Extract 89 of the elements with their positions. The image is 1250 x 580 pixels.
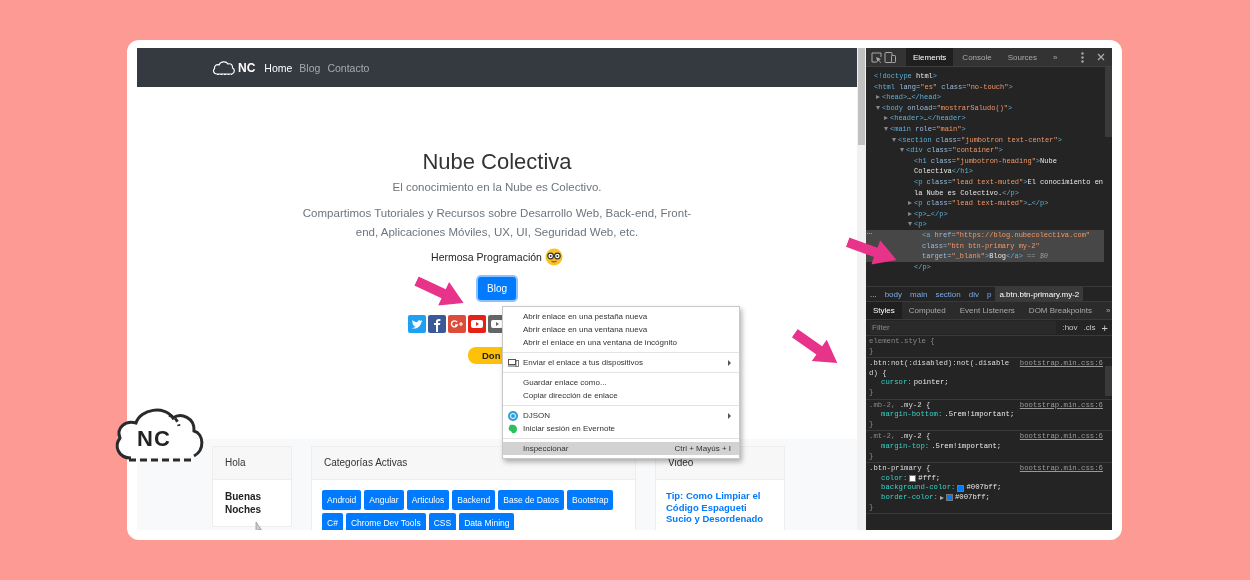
category-tag[interactable]: Data Mining xyxy=(459,513,515,530)
nav-link[interactable]: Blog xyxy=(299,61,321,74)
category-tag[interactable]: Chrome Dev Tools xyxy=(345,513,426,530)
styles-tab[interactable]: Computed xyxy=(901,302,953,319)
devtools-tab[interactable]: Elements xyxy=(906,48,954,66)
more-tabs-button[interactable]: » xyxy=(1046,48,1065,66)
menu-item[interactable]: Inspeccionar Ctrl + Mayús + I xyxy=(503,442,739,455)
category-tag[interactable]: Android xyxy=(322,490,362,510)
menu-icon[interactable] xyxy=(1081,51,1084,63)
category-tag[interactable]: Articulos xyxy=(406,490,450,510)
menu-item[interactable]: Abrir enlace en una ventana nueva xyxy=(503,323,739,336)
scrollbar-thumb[interactable] xyxy=(1105,67,1112,137)
class-toggle[interactable]: .cls xyxy=(1083,323,1096,332)
category-tag[interactable]: C# xyxy=(322,513,343,530)
breadcrumb-item[interactable]: section xyxy=(931,287,965,301)
breadcrumb-item[interactable]: main xyxy=(906,287,932,301)
breadcrumb-item[interactable]: p xyxy=(982,287,996,301)
greeting-text: Hermosa Programación xyxy=(431,251,542,263)
disclosure-triangle-icon[interactable] xyxy=(892,137,896,142)
breadcrumb-item[interactable]: a.btn.btn-primary.my-2 xyxy=(995,287,1084,301)
extension-icon xyxy=(508,410,518,421)
category-tag[interactable]: Angular xyxy=(364,490,404,510)
scrollbar-thumb[interactable] xyxy=(1105,366,1112,396)
disclosure-triangle-icon[interactable] xyxy=(908,201,912,206)
cloud-logo-icon xyxy=(212,59,236,76)
card-header: Hola xyxy=(213,447,291,480)
color-swatch[interactable] xyxy=(945,494,953,502)
styles-tab[interactable]: Event Listeners xyxy=(952,302,1022,319)
menu-item-label: Abrir el enlace en una ventana de incógnito xyxy=(523,338,678,347)
menu-item[interactable]: Iniciar sesión en Evernote xyxy=(503,422,739,435)
google-plus-icon[interactable] xyxy=(448,315,466,333)
menu-item-label: Enviar el enlace a tus dispositivos xyxy=(523,358,645,367)
ellipsis-icon[interactable] xyxy=(867,231,872,235)
menu-item[interactable]: Abrir el enlace en una ventana de incógnito xyxy=(503,336,739,349)
page-heading: Nube Colectiva xyxy=(422,148,572,176)
disclosure-triangle-icon[interactable] xyxy=(884,126,888,131)
menu-item[interactable]: Guardar enlace como... xyxy=(503,376,739,389)
youtube-icon[interactable] xyxy=(468,315,486,333)
facebook-icon[interactable] xyxy=(428,315,446,333)
styles-tab[interactable]: DOM Breakpoints xyxy=(1021,302,1099,319)
shortcut-text: Ctrl + Mayús + I xyxy=(674,444,731,453)
disclosure-triangle-icon[interactable] xyxy=(908,222,912,227)
greeting-message: Buenas Noches xyxy=(224,490,263,516)
breadcrumb-item[interactable]: body xyxy=(880,287,907,301)
disclosure-triangle-icon[interactable] xyxy=(884,116,888,121)
hover-state-toggle[interactable]: :hov xyxy=(1062,323,1078,332)
menu-item-label: DJSON xyxy=(523,411,552,420)
video-link[interactable]: Tip: Como Limpiar el Código Espagueti Sucio y Desordenado xyxy=(666,490,774,525)
nav-link[interactable]: Contacto xyxy=(327,61,370,74)
devices-icon xyxy=(508,358,519,367)
inspect-icon[interactable] xyxy=(871,51,882,63)
logo-text: NC xyxy=(137,426,171,452)
twitter-icon[interactable] xyxy=(408,315,426,333)
menu-item-label: Iniciar sesión en Evernote xyxy=(523,424,617,433)
disclosure-triangle-icon[interactable] xyxy=(908,211,912,216)
styles-tab[interactable]: Styles xyxy=(866,302,902,319)
menu-item[interactable]: Abrir enlace en una pestaña nueva xyxy=(503,310,739,323)
breadcrumb-item[interactable]: ... xyxy=(866,287,881,301)
menu-item-label: Abrir enlace en una pestaña nueva xyxy=(523,312,649,321)
disclosure-triangle-icon[interactable] xyxy=(876,105,880,110)
devtools-tab[interactable]: Console xyxy=(955,48,999,66)
category-tag[interactable]: CSS xyxy=(428,513,457,530)
glasses-face-icon xyxy=(544,248,563,266)
more-tabs-button[interactable]: » xyxy=(1099,302,1112,319)
disclosure-triangle-icon[interactable] xyxy=(900,148,904,153)
color-swatch[interactable] xyxy=(909,475,917,482)
menu-item-label: Abrir enlace en una ventana nueva xyxy=(523,325,649,334)
menu-item[interactable]: DJSON xyxy=(503,409,739,422)
color-swatch[interactable] xyxy=(957,484,965,492)
scrollbar-thumb[interactable] xyxy=(858,48,865,145)
description-text: Compartimos Tutoriales y Recursos sobre Desarrollo Web, Back-end, Front-end, Aplicaciones Móviles, UX, UI, Seguridad Web, etc. xyxy=(301,206,693,240)
menu-item-label: Inspeccionar xyxy=(523,444,570,453)
category-tag[interactable]: Base de Datos xyxy=(498,490,565,510)
breadcrumb-item[interactable]: div xyxy=(964,287,983,301)
add-rule-button[interactable]: + xyxy=(1101,321,1108,334)
devtools-tab[interactable]: Sources xyxy=(1000,48,1045,66)
menu-item[interactable]: Copiar dirección de enlace xyxy=(503,389,739,402)
subtitle-text: El conocimiento en la Nube es Colectivo. xyxy=(392,181,602,193)
nav-link[interactable]: Home xyxy=(264,61,293,74)
filter-field[interactable]: Filter xyxy=(870,321,1057,334)
disclosure-triangle-icon[interactable] xyxy=(876,95,880,100)
category-tag[interactable]: Backend xyxy=(452,490,496,510)
device-toggle-icon[interactable] xyxy=(884,51,896,63)
menu-item-label: Guardar enlace como... xyxy=(523,378,608,387)
close-icon[interactable] xyxy=(1097,53,1105,61)
brand-name[interactable]: NC xyxy=(238,60,256,75)
blog-button[interactable]: Blog xyxy=(478,277,516,300)
menu-item-label: Copiar dirección de enlace xyxy=(523,391,619,400)
category-tag[interactable]: Bootstrap xyxy=(567,490,614,510)
